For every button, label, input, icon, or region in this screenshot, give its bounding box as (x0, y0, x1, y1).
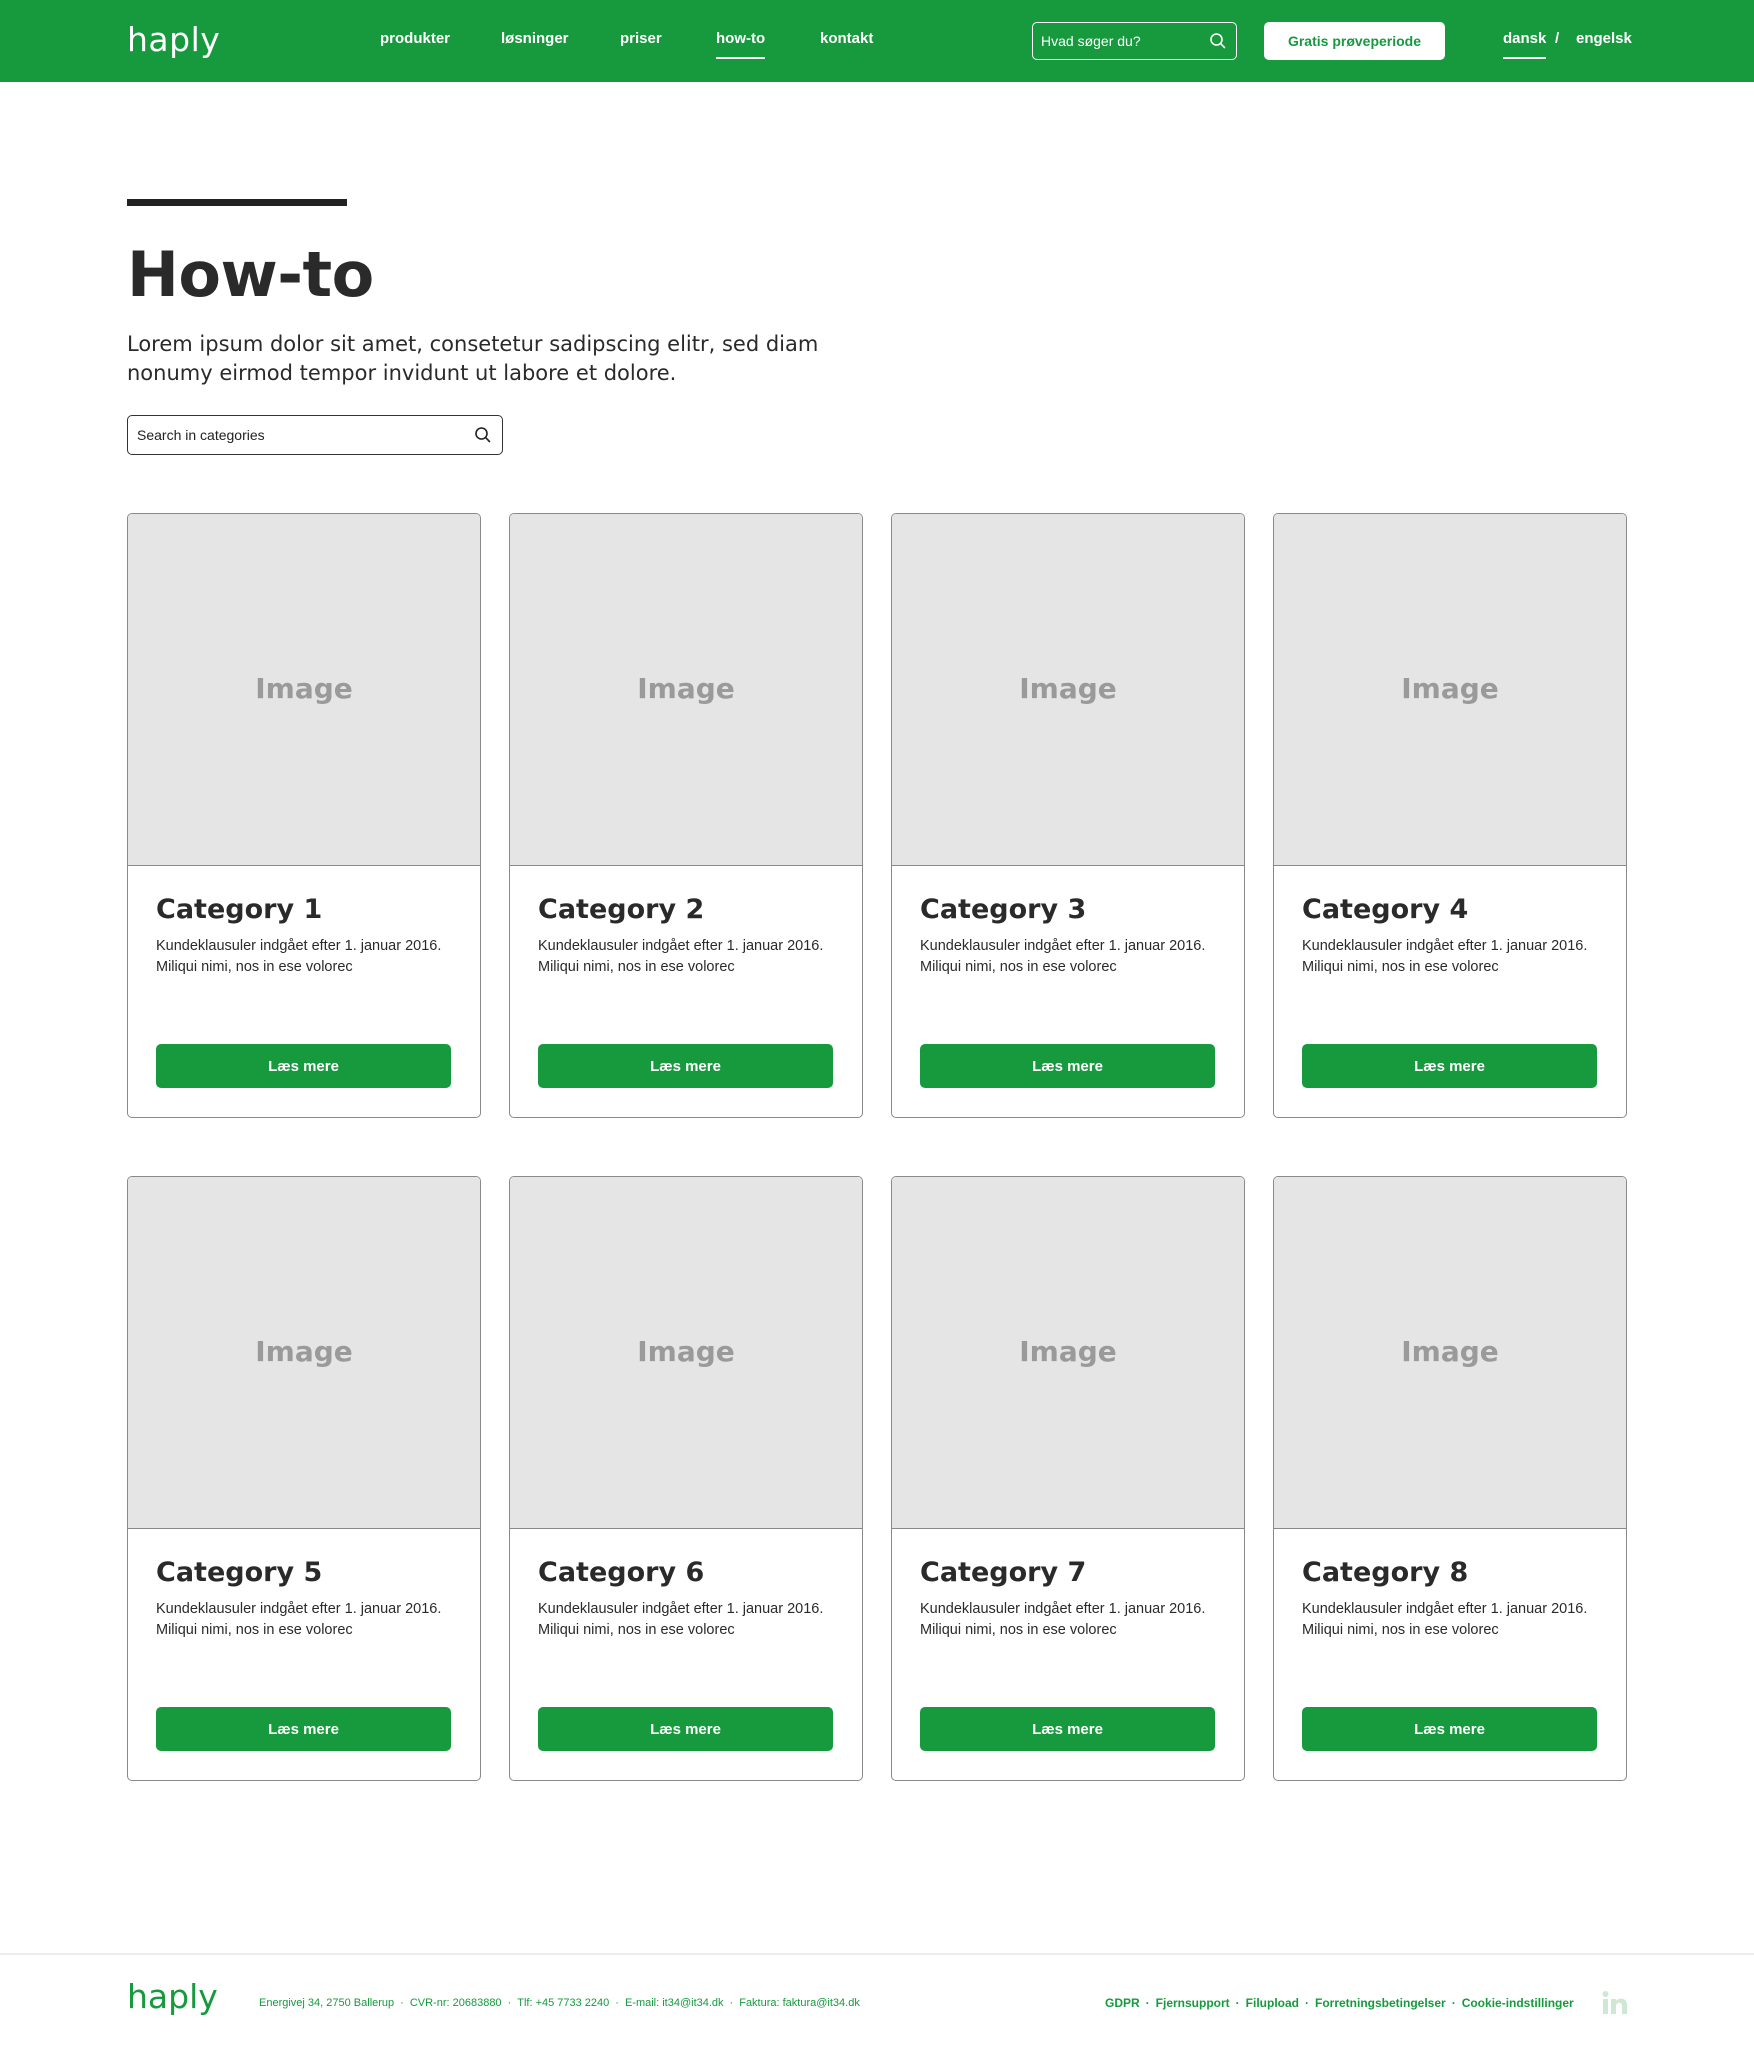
card-title: Category 6 (538, 1557, 705, 1588)
read-more-button[interactable]: Læs mere (538, 1707, 833, 1751)
card-title: Category 7 (920, 1557, 1087, 1588)
card-image-placeholder: Image (128, 1177, 480, 1529)
footer-link-fjernsupport[interactable]: Fjernsupport (1156, 1996, 1230, 2010)
card-image-placeholder: Image (892, 1177, 1244, 1529)
card-title: Category 4 (1302, 894, 1469, 925)
card-description: Kundeklausuler indgået efter 1. januar 2… (1302, 1601, 1588, 1638)
category-card: Image Category 4 Kundeklausuler indgået … (1273, 513, 1627, 1118)
image-label: Image (1401, 672, 1499, 705)
card-description: Kundeklausuler indgået efter 1. januar 2… (1302, 938, 1588, 975)
language-engelsk[interactable]: engelsk (1576, 30, 1632, 47)
category-card: Image Category 2 Kundeklausuler indgået … (509, 513, 863, 1118)
card-title: Category 5 (156, 1557, 323, 1588)
read-more-button[interactable]: Læs mere (920, 1707, 1215, 1751)
footer-link-forretningsbetingelser[interactable]: Forretningsbetingelser (1315, 1996, 1446, 2010)
category-card: Image Category 6 Kundeklausuler indgået … (509, 1176, 863, 1781)
card-description: Kundeklausuler indgået efter 1. januar 2… (156, 938, 442, 975)
image-label: Image (255, 672, 353, 705)
footer-haply-logo[interactable]: haply (127, 1977, 218, 2016)
footer-phone[interactable]: Tlf: +45 7733 2240 (517, 1997, 609, 2009)
search-icon[interactable] (473, 425, 493, 445)
card-title: Category 8 (1302, 1557, 1469, 1588)
footer-separator: · (507, 1997, 512, 2009)
card-title: Category 1 (156, 894, 323, 925)
card-image-placeholder: Image (510, 514, 862, 866)
card-image-placeholder: Image (1274, 514, 1626, 866)
read-more-button[interactable]: Læs mere (156, 1044, 451, 1088)
footer-separator: · (729, 1997, 734, 2009)
page-title: How-to (127, 238, 374, 311)
category-card: Image Category 1 Kundeklausuler indgået … (127, 513, 481, 1118)
footer-separator: · (400, 1997, 404, 2009)
footer-link-filupload[interactable]: Filupload (1246, 1996, 1299, 2010)
search-icon[interactable] (1208, 31, 1228, 51)
card-description: Kundeklausuler indgået efter 1. januar 2… (156, 1601, 442, 1638)
category-card: Image Category 8 Kundeklausuler indgået … (1273, 1176, 1627, 1781)
footer-separator: · (1145, 1996, 1150, 2010)
footer-links: GDPR · Fjernsupport · Filupload · Forretningsb… (1105, 1996, 1574, 2010)
language-separator: / (1555, 30, 1560, 47)
nav-item-produkter[interactable]: produkter (380, 30, 450, 47)
language-dansk[interactable]: dansk (1503, 30, 1547, 59)
read-more-button[interactable]: Læs mere (920, 1044, 1215, 1088)
title-accent-rule (127, 199, 347, 206)
image-label: Image (255, 1335, 353, 1368)
footer-separator: · (615, 1997, 619, 2009)
footer-cvr: CVR-nr: 20683880 (409, 1997, 502, 2009)
image-label: Image (637, 672, 735, 705)
footer-link-gdpr[interactable]: GDPR (1105, 1996, 1140, 2010)
card-description: Kundeklausuler indgået efter 1. januar 2… (538, 938, 824, 975)
read-more-button[interactable]: Læs mere (156, 1707, 451, 1751)
image-label: Image (1019, 1335, 1117, 1368)
card-title: Category 3 (920, 894, 1087, 925)
category-card: Image Category 5 Kundeklausuler indgået … (127, 1176, 481, 1781)
card-description: Kundeklausuler indgået efter 1. januar 2… (920, 1601, 1206, 1638)
read-more-button[interactable]: Læs mere (1302, 1707, 1597, 1751)
read-more-button[interactable]: Læs mere (1302, 1044, 1597, 1088)
card-description: Kundeklausuler indgået efter 1. januar 2… (538, 1601, 824, 1638)
footer-company-info: Energivej 34, 2750 Ballerup · CVR-nr: 2068… (259, 1997, 860, 2009)
nav-item-losninger[interactable]: løsninger (501, 30, 569, 47)
read-more-button[interactable]: Læs mere (538, 1044, 833, 1088)
footer-separator: · (1451, 1996, 1456, 2010)
haply-logo[interactable]: haply (127, 20, 220, 59)
card-description: Kundeklausuler indgået efter 1. januar 2… (920, 938, 1206, 975)
card-image-placeholder: Image (1274, 1177, 1626, 1529)
card-title: Category 2 (538, 894, 705, 925)
category-card: Image Category 7 Kundeklausuler indgået … (891, 1176, 1245, 1781)
image-label: Image (1401, 1335, 1499, 1368)
card-image-placeholder: Image (128, 514, 480, 866)
card-image-placeholder: Image (510, 1177, 862, 1529)
card-image-placeholder: Image (892, 514, 1244, 866)
footer-invoice-email[interactable]: Faktura: faktura@it34.dk (739, 1997, 860, 2009)
nav-item-priser[interactable]: priser (620, 30, 662, 47)
site-footer: haply Energivej 34, 2750 Ballerup · CVR-nr… (0, 1953, 1754, 2048)
category-search-input[interactable] (137, 416, 457, 453)
top-navigation-bar: haply produkter løsninger priser how-to … (0, 0, 1754, 82)
free-trial-button[interactable]: Gratis prøveperiode (1264, 22, 1445, 60)
footer-address: Energivej 34, 2750 Ballerup (259, 1997, 395, 2009)
image-label: Image (1019, 672, 1117, 705)
footer-email[interactable]: E-mail: it34@it34.dk (625, 1997, 724, 2009)
nav-item-how-to[interactable]: how-to (716, 30, 766, 59)
linkedin-icon[interactable] (1602, 1990, 1628, 2016)
nav-item-kontakt[interactable]: kontakt (820, 30, 873, 47)
category-card: Image Category 3 Kundeklausuler indgået … (891, 513, 1245, 1118)
image-label: Image (637, 1335, 735, 1368)
category-search-box (127, 415, 503, 455)
page-intro-text: Lorem ipsum dolor sit amet, consetetur s… (127, 332, 819, 385)
header-search-box (1032, 22, 1237, 60)
footer-link-cookie-indstillinger[interactable]: Cookie-indstillinger (1462, 1996, 1574, 2010)
footer-separator: · (1235, 1996, 1240, 2010)
header-search-input[interactable] (1041, 23, 1201, 58)
footer-separator: · (1305, 1996, 1309, 2010)
